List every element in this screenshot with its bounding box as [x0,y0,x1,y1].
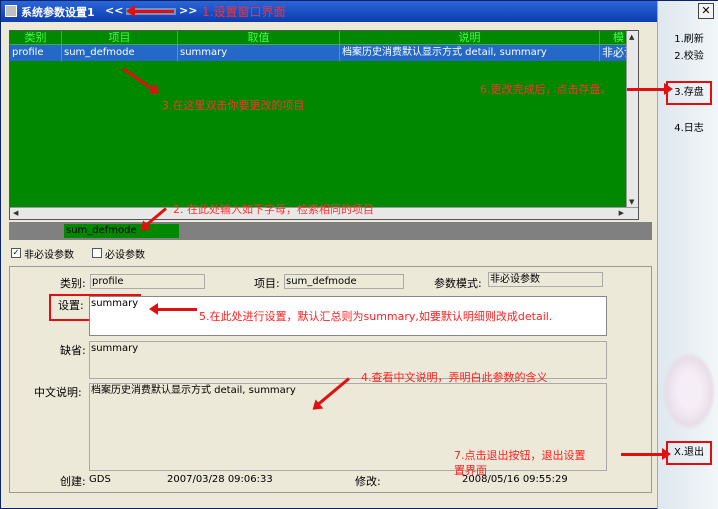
cell-description: 档案历史消费默认显示方式 detail, summary [340,45,600,61]
window-title: 系统参数设置1 [21,6,95,19]
description-label: 中文说明: [34,386,82,399]
modified-time: 2008/05/16 09:55:29 [462,474,568,485]
created-label: 创建: [60,475,86,488]
checkbox-optional-params[interactable]: ✓ [11,248,21,258]
detail-panel: 类别: profile 项目: sum_defmode 参数模式: 非必设参数 … [9,266,652,493]
table-row[interactable]: profile sum_defmode summary 档案历史消费默认显示方式… [10,45,638,61]
exit-button[interactable]: X.退出 [666,441,712,465]
description-annotation: 4.查看中文说明，弄明白此参数的含义 [361,371,548,384]
filter-input[interactable]: sum_defmode [64,224,179,238]
scroll-left-icon[interactable]: ◀ [13,209,18,217]
checkbox-label: 非必设参数 [24,249,74,261]
checkbox-required-params[interactable] [92,248,102,258]
log-button[interactable]: 4.日志 [666,120,712,138]
setting-annotation-arrow [149,303,197,315]
cell-value: summary [178,45,340,61]
save-annotation-arrow [627,83,673,95]
title-bar: 系统参数设置1 << >> 1.设置窗口界面 [1,1,657,22]
select-annotation: 3.在这里双击你要更改的项目 [162,99,305,112]
parameter-grid[interactable]: 类别 项目 取值 说明 模 profile sum_defmode summar… [9,30,639,220]
filter-bar: sum_defmode [9,222,652,240]
cell-item: sum_defmode [62,45,178,61]
default-label: 缺省: [60,344,86,357]
mode-label: 参数模式: [434,277,482,290]
created-by: GDS [89,474,111,485]
refresh-button[interactable]: 1.刷新 [666,31,712,49]
modified-label: 修改: [355,475,381,488]
scroll-down-icon[interactable]: ▼ [629,198,634,206]
settings-window: 系统参数设置1 << >> 1.设置窗口界面 ✕ 1.刷新 2.校验 3.存盘 … [0,0,718,509]
setting-annotation: 5.在此处进行设置，默认汇总则为summary,如要默认明细则改成detail. [199,310,553,323]
column-header[interactable]: 项目 [62,31,178,44]
exit-annotation-line1: 7.点击退出按钮，退出设置 [454,449,586,462]
item-field: sum_defmode [284,274,404,289]
vertical-scrollbar[interactable]: ▲ ▼ [626,31,638,219]
save-annotation: 6.更改完成后，点击存盘。 [480,83,612,96]
side-panel: ✕ 1.刷新 2.校验 3.存盘 4.日志 X.退出 [657,1,718,509]
title-annotation-arrow [126,5,174,17]
item-label: 项目: [254,277,280,290]
setting-label: 设置: [58,299,84,312]
lotus-decoration-icon [662,351,716,431]
category-label: 类别: [60,277,86,290]
nav-next-button[interactable]: >> [179,4,197,17]
category-field: profile [90,274,205,289]
column-header[interactable]: 说明 [340,31,600,44]
scroll-right-icon[interactable]: ▶ [619,209,624,217]
checkbox-label: 必设参数 [105,249,145,261]
app-icon [5,5,17,17]
column-header[interactable]: 取值 [178,31,340,44]
created-time: 2007/03/28 09:06:33 [167,474,273,485]
scroll-up-icon[interactable]: ▲ [629,33,634,41]
grid-header: 类别 项目 取值 说明 模 [10,31,638,45]
filter-annotation: 2. 在此处输入如下字母，检索相同的项目 [173,203,374,216]
cell-category: profile [10,45,62,61]
nav-prev-button[interactable]: << [105,4,123,17]
title-annotation: 1.设置窗口界面 [202,5,286,19]
verify-button[interactable]: 2.校验 [666,48,712,66]
exit-annotation-arrow [621,448,671,460]
filter-checkboxes: ✓ 非必设参数 必设参数 [11,245,163,261]
close-button[interactable]: ✕ [698,3,714,19]
column-header[interactable]: 类别 [10,31,62,44]
mode-field: 非必设参数 [488,272,603,287]
